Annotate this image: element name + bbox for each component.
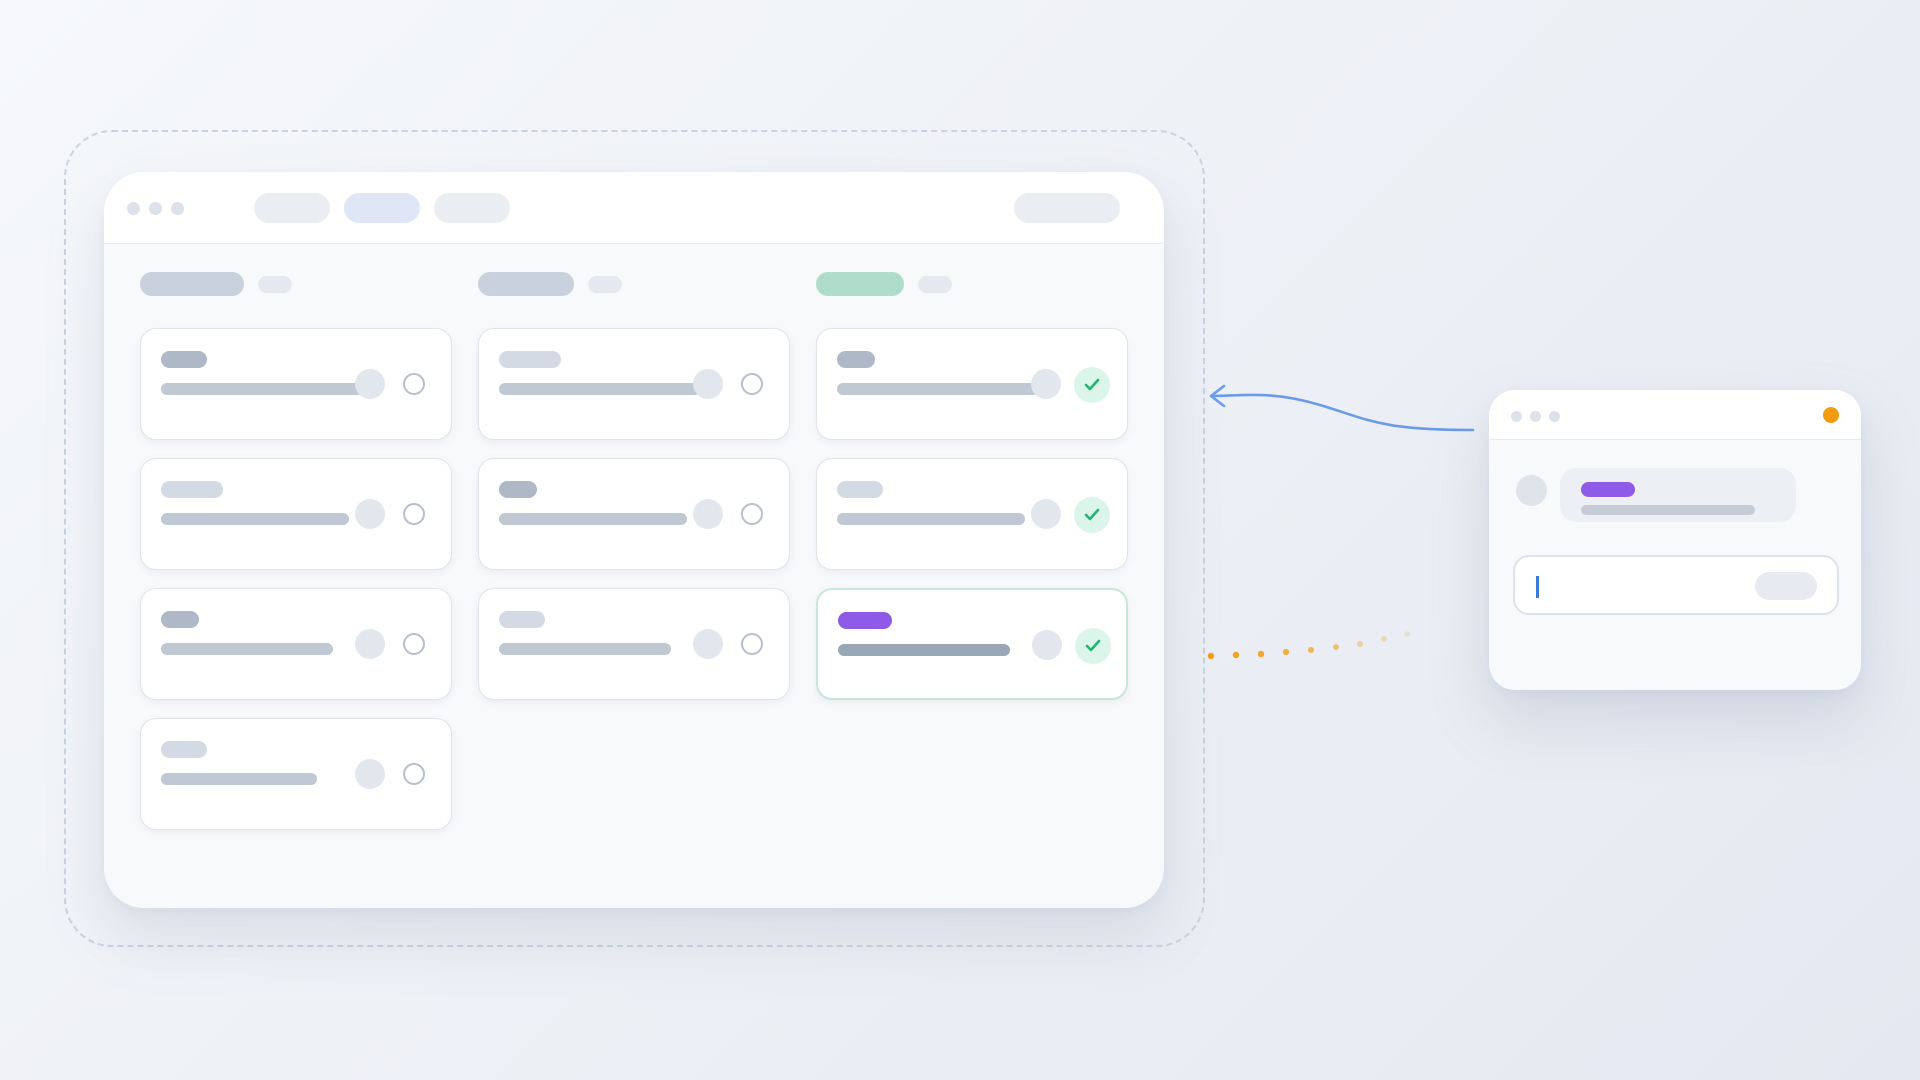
- dotted-connector: [1207, 631, 1410, 660]
- message-input[interactable]: [1513, 555, 1839, 615]
- arrow-connector: [1210, 393, 1475, 432]
- window-dot-close[interactable]: [1511, 411, 1522, 422]
- window-dot-maximize[interactable]: [1549, 411, 1560, 422]
- message-text-line: [1581, 505, 1755, 515]
- message-bubble: [1560, 468, 1796, 522]
- message-tag: [1581, 482, 1635, 497]
- notification-dot: [1823, 407, 1839, 423]
- chat-titlebar: [1489, 390, 1861, 440]
- chat-window: [1489, 390, 1861, 690]
- sender-avatar: [1516, 475, 1547, 506]
- window-controls: [1511, 411, 1560, 422]
- send-button[interactable]: [1755, 572, 1817, 600]
- text-caret: [1536, 576, 1539, 598]
- window-dot-minimize[interactable]: [1530, 411, 1541, 422]
